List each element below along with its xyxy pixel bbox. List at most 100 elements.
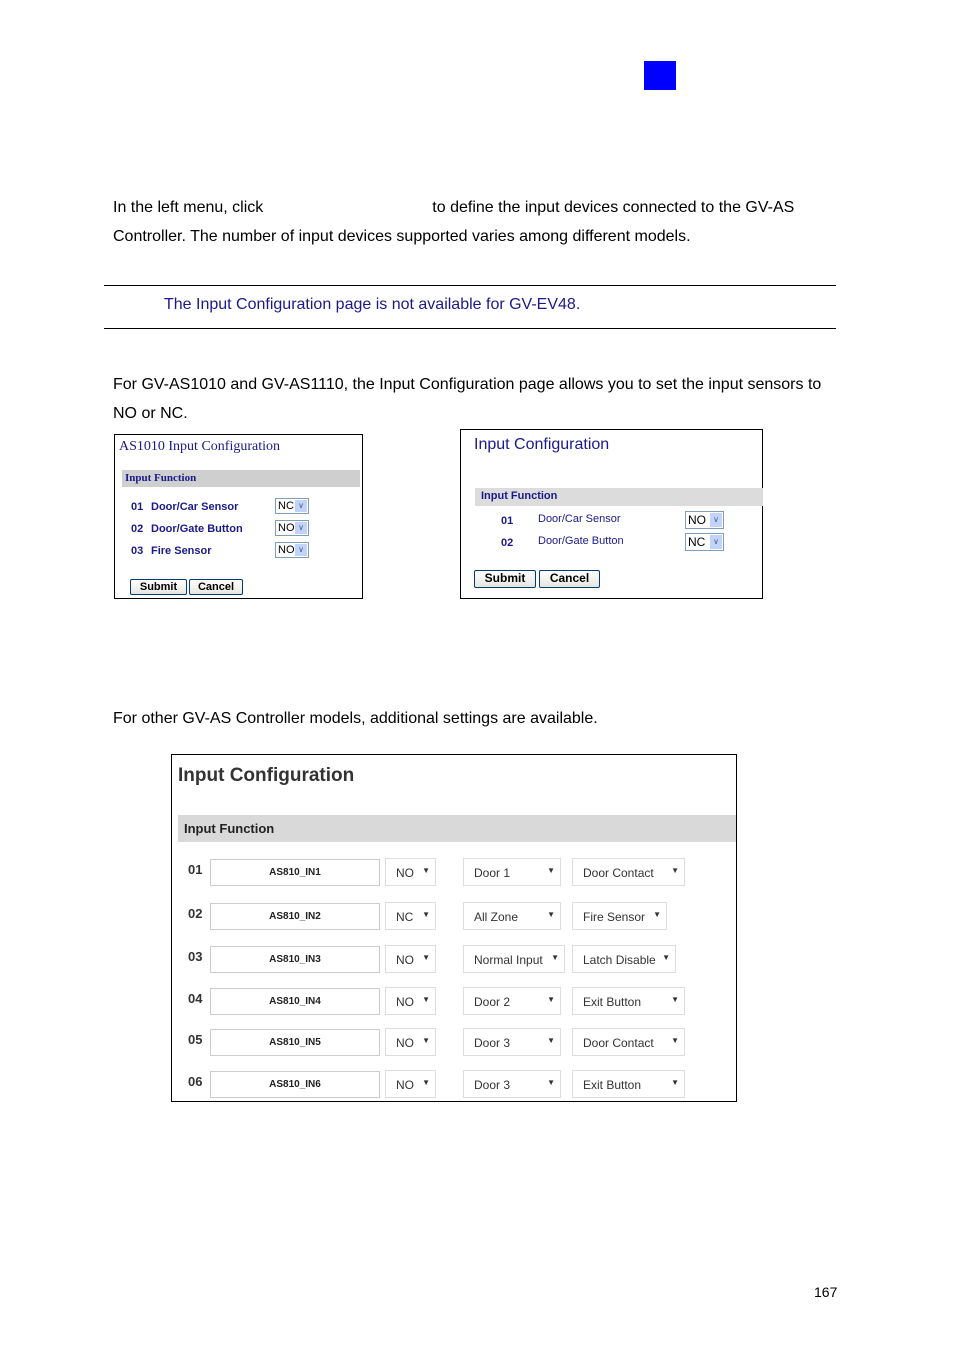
state-select[interactable]: NC ∨ bbox=[685, 533, 724, 551]
chapter-marker bbox=[644, 61, 676, 90]
door-select[interactable]: Door 2 ▼ bbox=[463, 987, 561, 1015]
caret-down-icon: ▼ bbox=[547, 1036, 555, 1045]
input-row: 02 Door/Gate Button NC ∨ bbox=[461, 533, 761, 553]
state-select[interactable]: NO ∨ bbox=[685, 511, 724, 529]
note-divider-top bbox=[104, 285, 836, 286]
chevron-down-icon: ∨ bbox=[295, 500, 307, 512]
input-row: 03 AS810_IN3 NO ▼ Normal Input ▼ Latch Disable… bbox=[172, 945, 736, 974]
caret-down-icon: ▼ bbox=[671, 1036, 679, 1045]
section-header: Input Function bbox=[178, 815, 736, 842]
caret-down-icon: ▼ bbox=[422, 1078, 430, 1087]
function-select[interactable]: Exit Button ▼ bbox=[572, 987, 685, 1015]
door-select[interactable]: Door 1 ▼ bbox=[463, 858, 561, 886]
input-label: Door/Car Sensor bbox=[538, 513, 621, 525]
caret-down-icon: ▼ bbox=[422, 1036, 430, 1045]
caret-down-icon: ▼ bbox=[547, 1078, 555, 1087]
cancel-button[interactable]: Cancel bbox=[189, 579, 243, 595]
input-number: 02 bbox=[131, 523, 144, 535]
as1110-input-config-panel: Input Configuration Input Function 01 Do… bbox=[460, 429, 763, 599]
input-number: 03 bbox=[188, 949, 203, 964]
function-select[interactable]: Door Contact ▼ bbox=[572, 858, 685, 886]
function-select[interactable]: Door Contact ▼ bbox=[572, 1028, 685, 1056]
input-name-field[interactable]: AS810_IN6 bbox=[210, 1071, 380, 1098]
input-number: 01 bbox=[188, 862, 203, 877]
caret-down-icon: ▼ bbox=[422, 995, 430, 1004]
function-select[interactable]: Exit Button ▼ bbox=[572, 1070, 685, 1098]
input-name-field[interactable]: AS810_IN1 bbox=[210, 859, 380, 886]
input-row: 04 AS810_IN4 NO ▼ Door 2 ▼ Exit Button ▼ bbox=[172, 987, 736, 1016]
door-select[interactable]: Normal Input ▼ bbox=[463, 945, 565, 973]
state-select[interactable]: NO ▼ bbox=[385, 987, 436, 1015]
input-label: Fire Sensor bbox=[151, 545, 212, 557]
state-select[interactable]: NC ▼ bbox=[385, 902, 436, 930]
state-select[interactable]: NO ▼ bbox=[385, 945, 436, 973]
input-row: 01 Door/Car Sensor NO ∨ bbox=[461, 511, 761, 531]
state-select[interactable]: NC ∨ bbox=[275, 498, 309, 514]
input-label: Door/Car Sensor bbox=[151, 501, 239, 513]
chevron-down-icon: ∨ bbox=[710, 535, 722, 549]
section-title: Input Function bbox=[481, 490, 558, 502]
input-number: 01 bbox=[131, 501, 144, 513]
caret-down-icon: ▼ bbox=[653, 910, 661, 919]
note-text: The Input Configuration page is not avai… bbox=[164, 296, 581, 313]
panel-title: Input Configuration bbox=[178, 765, 355, 786]
state-select[interactable]: NO ▼ bbox=[385, 858, 436, 886]
input-row: 02 AS810_IN2 NC ▼ All Zone ▼ Fire Sensor ▼ bbox=[172, 902, 736, 931]
chevron-down-icon: ∨ bbox=[295, 544, 307, 556]
caret-down-icon: ▼ bbox=[551, 953, 559, 962]
section-title: Input Function bbox=[184, 821, 275, 836]
state-select[interactable]: NO ▼ bbox=[385, 1028, 436, 1056]
input-row: 05 AS810_IN5 NO ▼ Door 3 ▼ Door Contact ▼ bbox=[172, 1028, 736, 1057]
caret-down-icon: ▼ bbox=[422, 866, 430, 875]
input-name-field[interactable]: AS810_IN4 bbox=[210, 988, 380, 1015]
panel-title: AS1010 Input Configuration bbox=[119, 439, 280, 454]
door-select[interactable]: Door 3 ▼ bbox=[463, 1070, 561, 1098]
caret-down-icon: ▼ bbox=[671, 866, 679, 875]
section-header: Input Function bbox=[122, 470, 360, 487]
section-title: Input Function bbox=[125, 472, 197, 484]
state-select[interactable]: NO ▼ bbox=[385, 1070, 436, 1098]
other-models-paragraph: For other GV-AS Controller models, addit… bbox=[113, 710, 598, 727]
chevron-down-icon: ∨ bbox=[295, 522, 307, 534]
caret-down-icon: ▼ bbox=[671, 995, 679, 1004]
note-divider-bottom bbox=[104, 328, 836, 329]
intro-paragraph: In the left menu, click to define the inp… bbox=[113, 193, 833, 251]
chevron-down-icon: ∨ bbox=[710, 513, 722, 527]
state-select[interactable]: NO ∨ bbox=[275, 520, 309, 536]
caret-down-icon: ▼ bbox=[422, 953, 430, 962]
intro-text-1: In the left menu, click bbox=[113, 199, 264, 216]
panel-title: Input Configuration bbox=[474, 436, 610, 453]
door-select[interactable]: Door 3 ▼ bbox=[463, 1028, 561, 1056]
as1010-paragraph: For GV-AS1010 and GV-AS1110, the Input C… bbox=[113, 376, 822, 422]
as1010-input-config-panel: AS1010 Input Configuration Input Functio… bbox=[114, 434, 363, 599]
function-select[interactable]: Fire Sensor ▼ bbox=[572, 902, 667, 930]
input-label: Door/Gate Button bbox=[151, 523, 243, 535]
caret-down-icon: ▼ bbox=[662, 953, 670, 962]
input-number: 06 bbox=[188, 1074, 203, 1089]
door-select[interactable]: All Zone ▼ bbox=[463, 902, 561, 930]
caret-down-icon: ▼ bbox=[671, 1078, 679, 1087]
page-number: 167 bbox=[814, 1284, 838, 1300]
input-label: Door/Gate Button bbox=[538, 535, 624, 547]
input-number: 05 bbox=[188, 1032, 203, 1047]
input-row: 06 AS810_IN6 NO ▼ Door 3 ▼ Exit Button ▼ bbox=[172, 1070, 736, 1099]
other-input-config-panel: Input Configuration Input Function 01 AS8… bbox=[171, 754, 737, 1102]
input-number: 02 bbox=[501, 537, 514, 549]
state-select[interactable]: NO ∨ bbox=[275, 542, 309, 558]
caret-down-icon: ▼ bbox=[547, 866, 555, 875]
input-name-field[interactable]: AS810_IN3 bbox=[210, 946, 380, 973]
submit-button[interactable]: Submit bbox=[474, 570, 536, 588]
input-row: 01 AS810_IN1 NO ▼ Door 1 ▼ Door Contact ▼ bbox=[172, 858, 736, 887]
input-number: 01 bbox=[501, 515, 514, 527]
cancel-button[interactable]: Cancel bbox=[539, 570, 600, 588]
input-name-field[interactable]: AS810_IN5 bbox=[210, 1029, 380, 1056]
section-header: Input Function bbox=[475, 488, 763, 506]
submit-button[interactable]: Submit bbox=[130, 579, 187, 595]
input-number: 02 bbox=[188, 906, 203, 921]
input-number: 03 bbox=[131, 545, 144, 557]
caret-down-icon: ▼ bbox=[422, 910, 430, 919]
function-select[interactable]: Latch Disable ▼ bbox=[572, 945, 676, 973]
input-name-field[interactable]: AS810_IN2 bbox=[210, 903, 380, 930]
caret-down-icon: ▼ bbox=[547, 995, 555, 1004]
input-number: 04 bbox=[188, 991, 203, 1006]
